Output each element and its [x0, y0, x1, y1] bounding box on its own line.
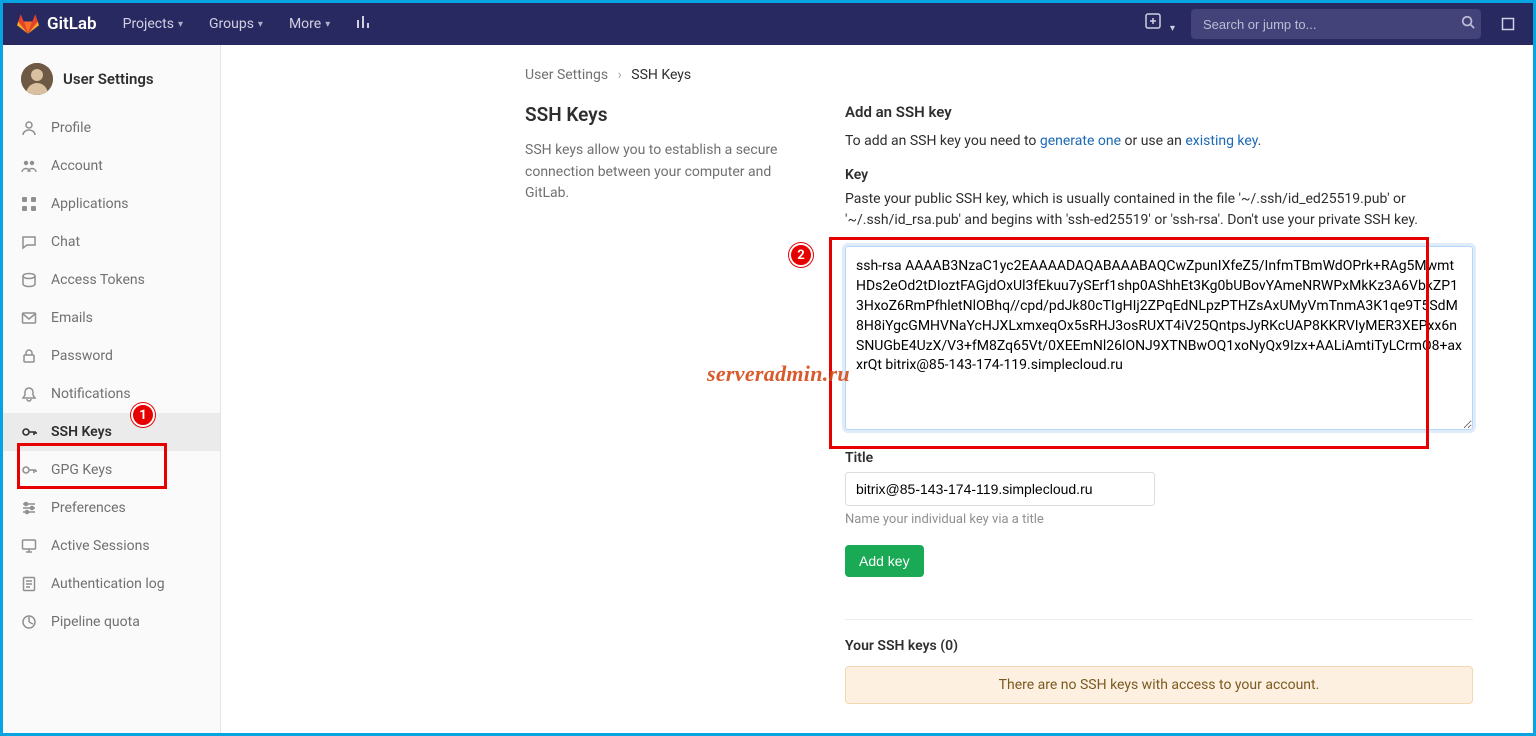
nav-projects-label: Projects	[123, 16, 174, 32]
ssh-keys-icon	[21, 424, 37, 440]
sidebar-header: User Settings	[3, 55, 220, 109]
access-tokens-icon	[21, 272, 37, 288]
nav-more[interactable]: More ▾	[279, 10, 340, 38]
chevron-right-icon: ›	[618, 67, 622, 83]
breadcrumb-current: SSH Keys	[631, 67, 691, 83]
sidebar-item-password[interactable]: Password	[3, 337, 220, 375]
link-existing-key[interactable]: existing key	[1185, 133, 1257, 149]
sidebar-item-pipeline-quota[interactable]: Pipeline quota	[3, 603, 220, 641]
divider	[845, 619, 1473, 620]
sidebar-item-access-tokens[interactable]: Access Tokens	[3, 261, 220, 299]
key-hint: Paste your public SSH key, which is usua…	[845, 189, 1473, 232]
plus-icon[interactable]: ▾	[1135, 7, 1185, 41]
sidebar: User Settings Profile Account Applicatio…	[3, 45, 221, 733]
sidebar-item-ssh-keys[interactable]: SSH Keys	[3, 413, 220, 451]
sidebar-item-label: Chat	[51, 234, 80, 250]
sidebar-item-label: Account	[51, 158, 103, 174]
app-frame: GitLab Projects ▾ Groups ▾ More ▾ ▾	[0, 0, 1536, 736]
maximize-icon[interactable]	[1497, 13, 1519, 35]
sidebar-item-label: Authentication log	[51, 576, 165, 592]
profile-icon	[21, 120, 37, 136]
sidebar-item-label: Active Sessions	[51, 538, 150, 554]
auth-log-icon	[21, 576, 37, 592]
sidebar-item-profile[interactable]: Profile	[3, 109, 220, 147]
activity-icon[interactable]	[346, 8, 382, 40]
account-icon	[21, 158, 37, 174]
sidebar-item-auth-log[interactable]: Authentication log	[3, 565, 220, 603]
sidebar-item-applications[interactable]: Applications	[3, 185, 220, 223]
navbar: GitLab Projects ▾ Groups ▾ More ▾ ▾	[3, 3, 1533, 45]
chat-icon	[21, 234, 37, 250]
title-sub: Name your individual key via a title	[845, 512, 1473, 527]
main: User Settings › SSH Keys SSH Keys SSH ke…	[221, 45, 1533, 733]
key-label: Key	[845, 167, 1473, 183]
body: User Settings Profile Account Applicatio…	[3, 45, 1533, 733]
gpg-keys-icon	[21, 462, 37, 478]
sidebar-item-label: Pipeline quota	[51, 614, 140, 630]
content-columns: SSH Keys SSH keys allow you to establish…	[221, 103, 1473, 704]
col-left: SSH Keys SSH keys allow you to establish…	[525, 103, 805, 704]
sidebar-item-chat[interactable]: Chat	[3, 223, 220, 261]
search-wrap	[1191, 9, 1481, 39]
nav-groups[interactable]: Groups ▾	[199, 10, 273, 38]
brand-name: GitLab	[47, 14, 97, 34]
page-title: SSH Keys	[525, 103, 805, 126]
emails-icon	[21, 310, 37, 326]
key-textarea[interactable]	[845, 246, 1473, 430]
page-desc: SSH keys allow you to establish a secure…	[525, 140, 805, 205]
sidebar-item-label: Notifications	[51, 386, 131, 402]
breadcrumb-parent[interactable]: User Settings	[525, 67, 608, 83]
sidebar-item-notifications[interactable]: Notifications	[3, 375, 220, 413]
annotation-callout-2: 2	[789, 243, 813, 267]
password-icon	[21, 348, 37, 364]
nav-groups-label: Groups	[209, 16, 254, 32]
nav-more-label: More	[289, 16, 321, 32]
search-input[interactable]	[1191, 9, 1481, 39]
sidebar-item-label: GPG Keys	[51, 462, 112, 478]
caret-down-icon: ▾	[178, 19, 183, 30]
sidebar-item-preferences[interactable]: Preferences	[3, 489, 220, 527]
active-sessions-icon	[21, 538, 37, 554]
caret-down-icon: ▾	[1170, 23, 1175, 34]
caret-down-icon: ▾	[325, 19, 330, 30]
gitlab-logo-icon	[17, 13, 39, 35]
title-input[interactable]	[845, 472, 1155, 506]
sidebar-item-label: SSH Keys	[51, 424, 112, 440]
sidebar-item-label: Password	[51, 348, 113, 364]
sidebar-item-label: Preferences	[51, 500, 126, 516]
sidebar-item-label: Applications	[51, 196, 129, 212]
applications-icon	[21, 196, 37, 212]
annotation-callout-1: 1	[131, 403, 155, 427]
add-key-button[interactable]: Add key	[845, 545, 924, 577]
brand[interactable]: GitLab	[17, 13, 97, 35]
sidebar-item-label: Profile	[51, 120, 91, 136]
title-label: Title	[845, 450, 1473, 466]
pipeline-quota-icon	[21, 614, 37, 630]
your-keys-heading: Your SSH keys (0)	[845, 638, 1473, 654]
col-right: Add an SSH key To add an SSH key you nee…	[845, 103, 1473, 704]
search-icon[interactable]	[1461, 15, 1475, 33]
preferences-icon	[21, 500, 37, 516]
empty-keys-note: There are no SSH keys with access to you…	[845, 666, 1473, 704]
sidebar-item-label: Access Tokens	[51, 272, 145, 288]
caret-down-icon: ▾	[258, 19, 263, 30]
notifications-icon	[21, 386, 37, 402]
link-generate-one[interactable]: generate one	[1040, 133, 1121, 149]
breadcrumb: User Settings › SSH Keys	[221, 61, 1473, 103]
avatar[interactable]	[21, 63, 53, 95]
sidebar-item-active-sessions[interactable]: Active Sessions	[3, 527, 220, 565]
add-key-heading: Add an SSH key	[845, 103, 1473, 121]
sidebar-item-label: Emails	[51, 310, 93, 326]
sidebar-item-gpg-keys[interactable]: GPG Keys	[3, 451, 220, 489]
sidebar-title: User Settings	[63, 70, 154, 88]
sidebar-item-emails[interactable]: Emails	[3, 299, 220, 337]
sidebar-item-account[interactable]: Account	[3, 147, 220, 185]
nav-projects[interactable]: Projects ▾	[113, 10, 193, 38]
add-key-intro: To add an SSH key you need to generate o…	[845, 131, 1473, 153]
